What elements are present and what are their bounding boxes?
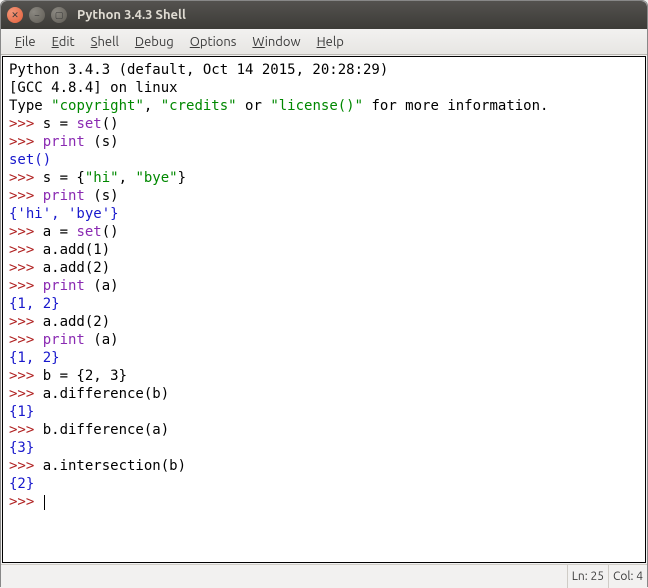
output-line: set()	[9, 152, 51, 168]
statusbar: Ln: 25 Col: 4	[1, 564, 647, 588]
code-line: print (a)	[43, 278, 119, 294]
prompt: >>>	[9, 134, 43, 150]
code-line: print (s)	[43, 188, 119, 204]
prompt: >>>	[9, 494, 43, 510]
prompt: >>>	[9, 368, 43, 384]
prompt: >>>	[9, 188, 43, 204]
text-cursor	[44, 495, 45, 510]
status-line: Ln: 25	[567, 565, 608, 588]
code-line: s = set()	[43, 116, 119, 132]
menu-help[interactable]: Help	[309, 32, 352, 52]
code-line: a.difference(b)	[43, 386, 169, 402]
titlebar: ✕ – ▢ Python 3.4.3 Shell	[1, 1, 647, 29]
prompt: >>>	[9, 422, 43, 438]
output-line: {'hi', 'bye'}	[9, 206, 119, 222]
code-line: a.intersection(b)	[43, 458, 186, 474]
prompt: >>>	[9, 170, 43, 186]
code-line: print (a)	[43, 332, 119, 348]
prompt: >>>	[9, 314, 43, 330]
prompt: >>>	[9, 260, 43, 276]
prompt: >>>	[9, 242, 43, 258]
menubar: File Edit Shell Debug Options Window Hel…	[1, 29, 647, 55]
output-line: {2}	[9, 476, 34, 492]
prompt: >>>	[9, 224, 43, 240]
code-line: a = set()	[43, 224, 119, 240]
code-line: a.add(1)	[43, 242, 110, 258]
menu-options[interactable]: Options	[182, 32, 245, 52]
maximize-button[interactable]: ▢	[51, 7, 67, 23]
header-line-3: Type "copyright", "credits" or "license(…	[9, 98, 548, 114]
header-line-2: [GCC 4.8.4] on linux	[9, 80, 178, 96]
header-line-1: Python 3.4.3 (default, Oct 14 2015, 20:2…	[9, 62, 397, 78]
close-button[interactable]: ✕	[7, 7, 23, 23]
code-line: print (s)	[43, 134, 119, 150]
prompt: >>>	[9, 386, 43, 402]
menu-debug[interactable]: Debug	[127, 32, 182, 52]
output-line: {1, 2}	[9, 350, 60, 366]
output-line: {1, 2}	[9, 296, 60, 312]
prompt: >>>	[9, 458, 43, 474]
prompt: >>>	[9, 116, 43, 132]
code-line: b = {2, 3}	[43, 368, 127, 384]
minimize-button[interactable]: –	[29, 7, 45, 23]
code-line: a.add(2)	[43, 260, 110, 276]
menu-shell[interactable]: Shell	[83, 32, 127, 52]
output-line: {1}	[9, 404, 34, 420]
code-line: s = {"hi", "bye"}	[43, 170, 186, 186]
prompt: >>>	[9, 278, 43, 294]
console[interactable]: Python 3.4.3 (default, Oct 14 2015, 20:2…	[2, 56, 646, 563]
menu-file[interactable]: File	[7, 32, 44, 52]
status-col: Col: 4	[608, 565, 647, 588]
code-line: a.add(2)	[43, 314, 110, 330]
menu-edit[interactable]: Edit	[44, 32, 83, 52]
window-title: Python 3.4.3 Shell	[77, 8, 186, 22]
prompt: >>>	[9, 332, 43, 348]
menu-window[interactable]: Window	[244, 32, 308, 52]
window-controls: ✕ – ▢	[7, 7, 67, 23]
output-line: {3}	[9, 440, 34, 456]
code-line: b.difference(a)	[43, 422, 169, 438]
